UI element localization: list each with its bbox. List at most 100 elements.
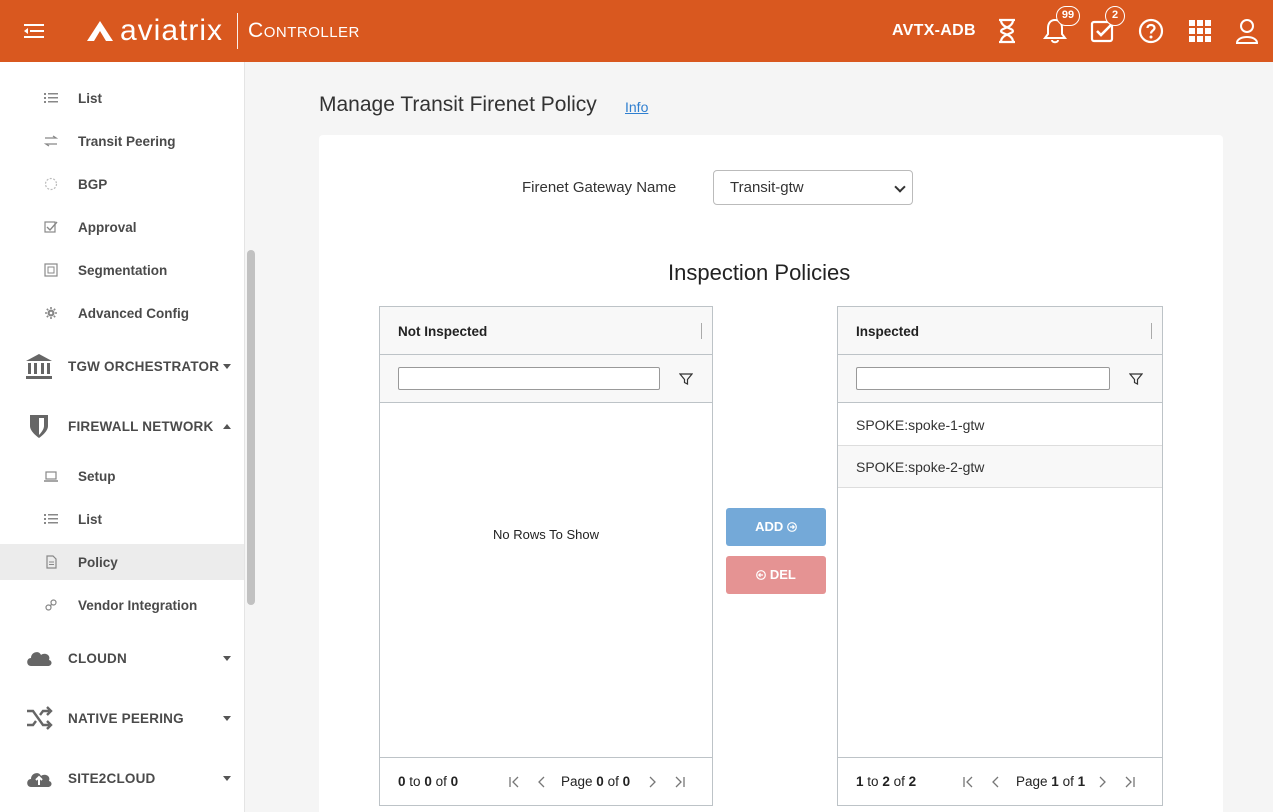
filter-icon[interactable] bbox=[679, 372, 693, 386]
add-button-label: ADD bbox=[755, 519, 784, 534]
first-page-icon[interactable] bbox=[506, 774, 522, 790]
apps-grid-icon[interactable] bbox=[1185, 16, 1215, 46]
delete-button[interactable]: DEL bbox=[726, 556, 826, 594]
chevron-down-icon bbox=[894, 181, 906, 193]
sidebar-item-label: Approval bbox=[78, 219, 137, 235]
sidebar: List Transit Peering BGP Approval Segmen… bbox=[0, 62, 245, 812]
grid-filter-row bbox=[838, 355, 1162, 403]
sidebar-item-setup[interactable]: Setup bbox=[0, 458, 244, 494]
column-resize-handle[interactable] bbox=[701, 323, 702, 339]
sidebar-item-label: Transit Peering bbox=[78, 133, 176, 149]
column-header[interactable]: Inspected bbox=[856, 324, 919, 339]
info-link[interactable]: Info bbox=[625, 99, 648, 115]
arrows-icon bbox=[44, 135, 58, 147]
caret-up-icon bbox=[223, 423, 231, 429]
sidebar-section-label: SITE2CLOUD bbox=[68, 770, 156, 786]
table-row[interactable]: SPOKE:spoke-1-gtw bbox=[838, 404, 1162, 446]
previous-page-icon[interactable] bbox=[534, 774, 550, 790]
grid-pagination: 1 to 2 of 2 Page 1 of 1 bbox=[838, 757, 1162, 805]
page-indicator: Page 0 of 0 bbox=[561, 774, 631, 789]
sidebar-item-policy[interactable]: Policy bbox=[0, 544, 244, 580]
page-indicator: Page 1 of 1 bbox=[1016, 774, 1086, 789]
gateway-name-label: Firenet Gateway Name bbox=[522, 179, 677, 196]
caret-down-icon bbox=[223, 363, 231, 369]
sidebar-scrollbar[interactable] bbox=[247, 250, 255, 605]
not-inspected-filter-input[interactable] bbox=[398, 367, 660, 390]
sidebar-item-segmentation[interactable]: Segmentation bbox=[0, 252, 244, 288]
notifications-badge: 99 bbox=[1056, 6, 1080, 26]
hourglass-icon[interactable] bbox=[992, 16, 1022, 46]
tasks-button[interactable]: 2 bbox=[1087, 6, 1125, 46]
sidebar-item-label: List bbox=[78, 90, 103, 106]
arrow-circle-left-icon bbox=[756, 570, 767, 580]
sidebar-item-label: Vendor Integration bbox=[78, 597, 198, 613]
cloud-icon bbox=[27, 652, 52, 666]
brand-name: aviatrix bbox=[120, 14, 224, 47]
list-icon bbox=[44, 514, 58, 524]
sidebar-section-firewall-network[interactable]: FIREWALL NETWORK bbox=[0, 406, 244, 446]
grid-header: Not Inspected bbox=[380, 307, 712, 355]
empty-grid-message: No Rows To Show bbox=[493, 527, 599, 542]
sidebar-item-list[interactable]: List bbox=[0, 80, 244, 116]
next-page-icon[interactable] bbox=[1094, 774, 1110, 790]
notifications-button[interactable]: 99 bbox=[1040, 6, 1080, 46]
sidebar-item-label: Segmentation bbox=[78, 262, 168, 278]
approval-icon bbox=[44, 221, 58, 233]
sidebar-item-label: Policy bbox=[78, 554, 118, 570]
document-icon bbox=[46, 555, 57, 569]
cloud-upload-icon bbox=[27, 773, 52, 787]
inspected-grid: Inspected SPOKE:spoke-1-gtw SPOKE:spoke-… bbox=[837, 306, 1163, 806]
sidebar-section-label: TGW ORCHESTRATOR bbox=[68, 358, 220, 374]
arrow-circle-right-icon bbox=[786, 522, 797, 532]
table-row[interactable]: SPOKE:spoke-2-gtw bbox=[838, 446, 1162, 488]
not-inspected-grid: Not Inspected No Rows To Show 0 to 0 of … bbox=[379, 306, 713, 806]
sidebar-item-transit-peering[interactable]: Transit Peering bbox=[0, 123, 244, 159]
grid-filter-row bbox=[380, 355, 712, 403]
sidebar-item-label: Advanced Config bbox=[78, 305, 190, 321]
sidebar-section-cloudn[interactable]: CLOUDN bbox=[0, 638, 244, 678]
user-icon[interactable] bbox=[1232, 16, 1262, 46]
sidebar-section-label: CLOUDN bbox=[68, 650, 127, 666]
aviatrix-logo[interactable]: aviatrix Controller bbox=[86, 12, 360, 50]
sidebar-item-vendor-integration[interactable]: Vendor Integration bbox=[0, 587, 244, 623]
gateway-selected-value: Transit-gtw bbox=[730, 179, 804, 196]
delete-button-label: DEL bbox=[769, 567, 796, 582]
top-bar: aviatrix Controller AVTX-ADB 99 2 bbox=[0, 0, 1273, 62]
menu-toggle-icon[interactable] bbox=[22, 20, 46, 42]
sidebar-section-tgw-orchestrator[interactable]: TGW ORCHESTRATOR bbox=[0, 346, 244, 386]
product-name: Controller bbox=[248, 19, 360, 42]
caret-down-icon bbox=[223, 655, 231, 661]
row-summary: 0 to 0 of 0 bbox=[398, 774, 459, 789]
shield-icon bbox=[30, 415, 48, 438]
filter-icon[interactable] bbox=[1129, 372, 1143, 386]
sidebar-item-firewall-list[interactable]: List bbox=[0, 501, 244, 537]
first-page-icon[interactable] bbox=[960, 774, 976, 790]
gear-icon bbox=[45, 307, 57, 319]
grid-pagination: 0 to 0 of 0 Page 0 of 0 bbox=[380, 757, 712, 805]
column-header[interactable]: Not Inspected bbox=[398, 324, 487, 339]
caret-down-icon bbox=[223, 715, 231, 721]
list-icon bbox=[44, 93, 58, 103]
previous-page-icon[interactable] bbox=[988, 774, 1004, 790]
sidebar-item-label: List bbox=[78, 511, 103, 527]
sidebar-section-label: FIREWALL NETWORK bbox=[68, 418, 214, 434]
last-page-icon[interactable] bbox=[1122, 774, 1138, 790]
sidebar-section-site2cloud[interactable]: SITE2CLOUD bbox=[0, 758, 244, 798]
aviatrix-mark-icon bbox=[87, 21, 113, 41]
last-page-icon[interactable] bbox=[672, 774, 688, 790]
sidebar-section-native-peering[interactable]: NATIVE PEERING bbox=[0, 698, 244, 738]
help-icon[interactable] bbox=[1136, 16, 1166, 46]
column-resize-handle[interactable] bbox=[1151, 323, 1152, 339]
tasks-badge: 2 bbox=[1105, 6, 1125, 26]
bank-icon bbox=[26, 354, 52, 379]
next-page-icon[interactable] bbox=[644, 774, 660, 790]
shuffle-icon bbox=[27, 706, 53, 730]
add-button[interactable]: ADD bbox=[726, 508, 826, 546]
inspection-policies-title: Inspection Policies bbox=[668, 260, 851, 285]
account-name[interactable]: AVTX-ADB bbox=[892, 22, 976, 40]
sidebar-item-approval[interactable]: Approval bbox=[0, 209, 244, 245]
gateway-name-select[interactable]: Transit-gtw bbox=[713, 170, 913, 205]
sidebar-item-advanced-config[interactable]: Advanced Config bbox=[0, 295, 244, 331]
inspected-filter-input[interactable] bbox=[856, 367, 1110, 390]
sidebar-item-bgp[interactable]: BGP bbox=[0, 166, 244, 202]
